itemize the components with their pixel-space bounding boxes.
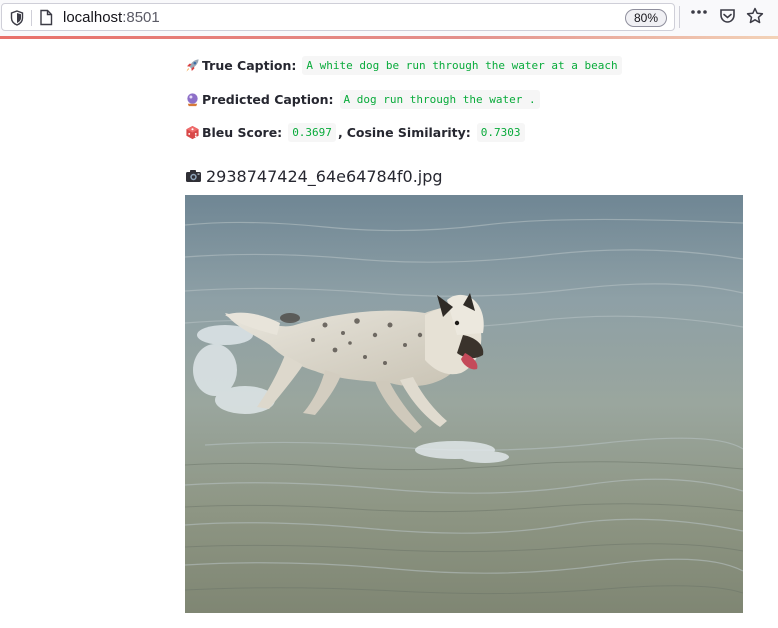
shield-icon[interactable] bbox=[10, 10, 24, 26]
cosine-similarity-label: Cosine Similarity: bbox=[346, 124, 471, 140]
predicted-caption-value: A dog run through the water . bbox=[339, 89, 540, 109]
crystal-ball-icon bbox=[187, 92, 198, 106]
die-icon bbox=[186, 125, 199, 139]
scores-row: Bleu Score: 0.3697 , Cosine Similarity: … bbox=[185, 121, 525, 143]
star-icon[interactable] bbox=[746, 7, 764, 25]
rocket-icon bbox=[186, 58, 199, 72]
address-bar-divider bbox=[31, 10, 32, 26]
image-filename: 2938747424_64e64784f0.jpg bbox=[206, 166, 443, 186]
toolbar-divider bbox=[679, 6, 680, 28]
score-separator: , bbox=[337, 124, 343, 140]
url-host: localhost bbox=[63, 9, 123, 26]
cosine-similarity-value: 0.7303 bbox=[476, 122, 525, 142]
bleu-score-label: Bleu Score: bbox=[202, 124, 283, 140]
zoom-level-button[interactable]: 80% bbox=[625, 9, 667, 27]
predicted-caption-row: Predicted Caption: A dog run through the… bbox=[185, 88, 540, 110]
toolbar-accent-line bbox=[0, 36, 778, 39]
predicted-caption-label: Predicted Caption: bbox=[202, 91, 334, 107]
url-port: :8501 bbox=[122, 9, 160, 26]
true-caption-row: True Caption: A white dog be run through… bbox=[185, 54, 622, 76]
browser-toolbar: localhost:8501 80% bbox=[0, 0, 778, 36]
bleu-score-value: 0.3697 bbox=[288, 122, 336, 142]
image-filename-heading: 2938747424_64e64784f0.jpg bbox=[185, 164, 443, 188]
address-bar[interactable]: localhost:8501 80% bbox=[1, 3, 675, 31]
camera-icon bbox=[186, 170, 201, 182]
true-caption-value: A white dog be run through the water at … bbox=[302, 55, 622, 75]
page-icon[interactable] bbox=[39, 9, 53, 26]
result-photo bbox=[185, 195, 743, 613]
true-caption-label: True Caption: bbox=[202, 57, 297, 73]
pocket-icon[interactable] bbox=[719, 8, 736, 24]
overflow-icon[interactable] bbox=[690, 9, 708, 15]
dog-running-in-water-photo bbox=[185, 195, 743, 613]
url-text[interactable]: localhost:8501 bbox=[63, 9, 160, 27]
